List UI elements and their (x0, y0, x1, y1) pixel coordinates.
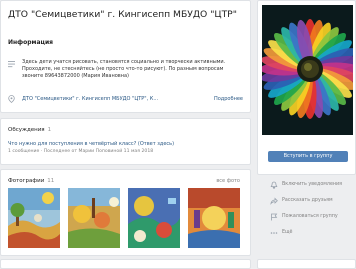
group-avatar[interactable] (260, 5, 356, 135)
address-row[interactable]: ДТО "Семицветики" г. Кингисепп МБУДО "ЦТ… (8, 95, 248, 105)
all-photos-link[interactable]: все фото (216, 178, 240, 184)
text-lines-icon (8, 61, 15, 68)
next-block-card (0, 259, 251, 269)
flag-icon (271, 213, 278, 221)
photo-thumbnail[interactable] (188, 188, 240, 248)
discussions-count: 1 (47, 127, 52, 133)
photos-label[interactable]: Фотографии (8, 178, 44, 184)
photos-header[interactable]: Фотографии 11 (8, 178, 54, 184)
page-title: ДТО "Семицветики" г. Кингисепп МБУДО "ЦТ… (8, 9, 237, 20)
discussions-card: Обсуждения 1 Что нужно для поступления в … (0, 118, 251, 165)
discussion-topic-link[interactable]: Что нужно для поступления в четвёртый кл… (8, 141, 174, 147)
action-label: Ещё (282, 230, 293, 235)
group-avatar-card: Вступить в группу (257, 0, 356, 175)
share-arrow-icon (270, 197, 278, 205)
group-description: Здесь дети учатся рисовать, становятся с… (22, 59, 226, 79)
location-pin-icon (8, 95, 15, 103)
photo-thumbnail[interactable] (128, 188, 180, 248)
more-dots-icon (270, 232, 278, 234)
action-label: Рассказать друзьям (282, 198, 333, 203)
action-label: Пожаловаться группу (282, 214, 338, 219)
info-section-label: Информация (8, 39, 53, 46)
photo-thumbnail[interactable] (68, 188, 120, 248)
bell-icon (270, 181, 278, 189)
group-info-card: ДТО "Семицветики" г. Кингисепп МБУДО "ЦТ… (0, 0, 251, 113)
address-link[interactable]: ДТО "Семицветики" г. Кингисепп МБУДО "ЦТ… (22, 96, 158, 102)
photos-card: Фотографии 11 все фото (0, 169, 251, 256)
photos-count: 11 (47, 178, 55, 184)
action-label: Включить уведомления (282, 182, 343, 187)
discussions-label[interactable]: Обсуждения (8, 127, 45, 133)
join-group-button[interactable]: Вступить в группу (268, 151, 348, 162)
discussion-meta: 1 сообщение · Последнее от Марии Поповин… (8, 149, 154, 154)
right-next-block (257, 259, 356, 269)
discussions-header[interactable]: Обсуждения 1 (8, 127, 51, 133)
photo-thumbnail[interactable] (8, 188, 60, 248)
more-details-link[interactable]: Подробнее (214, 96, 243, 102)
